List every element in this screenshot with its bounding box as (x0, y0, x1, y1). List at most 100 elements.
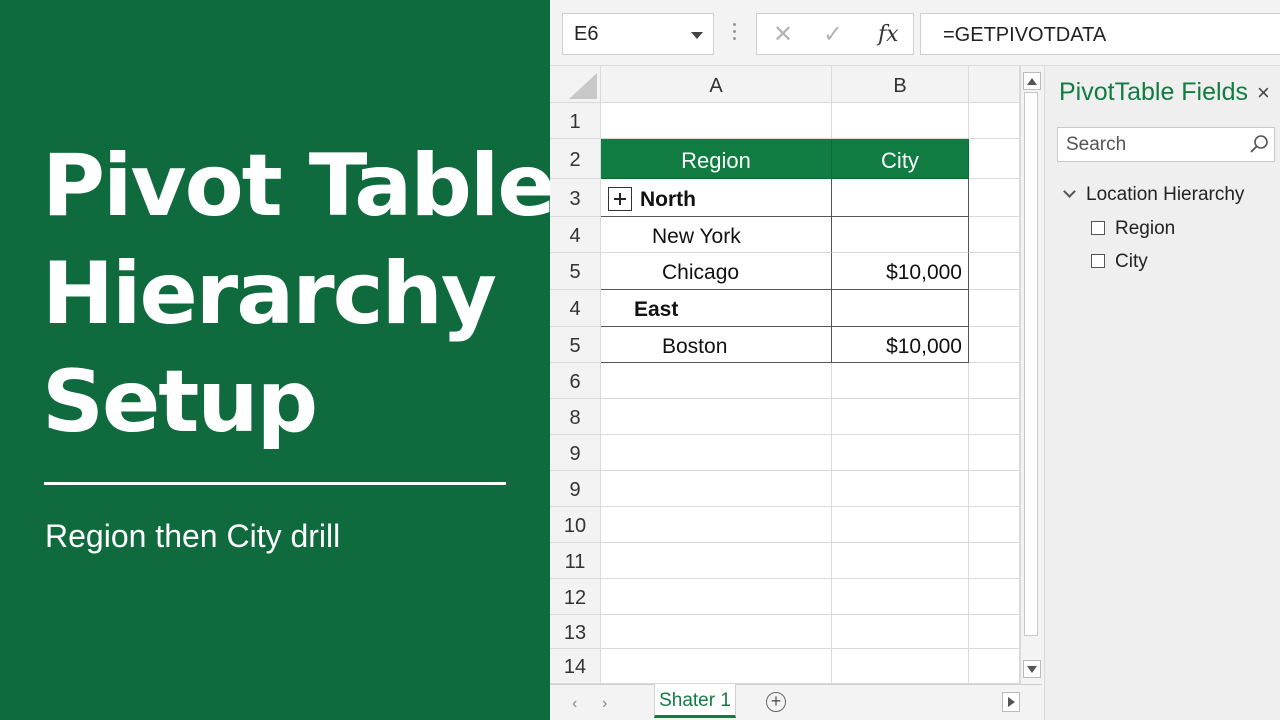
cell[interactable] (601, 579, 832, 615)
checkbox[interactable] (1091, 254, 1105, 268)
row-header[interactable]: 5 (550, 327, 601, 363)
cell[interactable] (601, 471, 832, 507)
pivot-header-region[interactable]: Region (601, 139, 832, 179)
row-header[interactable]: 8 (550, 399, 601, 435)
cell[interactable] (969, 363, 1020, 399)
cell-c1[interactable] (969, 103, 1020, 139)
pivot-fields-pane: PivotTable Fields × Search Location Hier… (1044, 66, 1280, 720)
cell[interactable] (601, 649, 832, 684)
row-header[interactable]: 14 (550, 649, 601, 684)
cell-c2[interactable] (969, 139, 1020, 179)
row-header[interactable]: 5 (550, 253, 601, 290)
cell[interactable] (969, 399, 1020, 435)
hierarchy-node[interactable]: Location Hierarchy (1061, 184, 1244, 206)
cell-c7[interactable] (969, 327, 1020, 363)
cell[interactable] (969, 471, 1020, 507)
search-icon[interactable] (1248, 133, 1270, 155)
scroll-up-icon[interactable] (1023, 72, 1041, 90)
row-header[interactable]: 12 (550, 579, 601, 615)
row-header[interactable]: 10 (550, 507, 601, 543)
pivot-value[interactable] (832, 290, 969, 327)
chevron-down-icon[interactable] (691, 32, 703, 39)
column-header-c[interactable] (969, 66, 1020, 103)
cell-c4[interactable] (969, 217, 1020, 253)
cancel-icon[interactable]: ✕ (773, 20, 793, 49)
worksheet-grid[interactable]: A B 1 2 Region City 3 North 4 New York 5… (550, 66, 1020, 684)
field-region[interactable]: Region (1091, 218, 1175, 240)
cell[interactable] (969, 543, 1020, 579)
enter-check-icon[interactable]: ✓ (823, 20, 843, 49)
cell[interactable] (601, 543, 832, 579)
cell[interactable] (601, 363, 832, 399)
vertical-scrollbar[interactable] (1020, 66, 1042, 684)
row-header[interactable]: 11 (550, 543, 601, 579)
pivot-value[interactable]: $10,000 (832, 327, 969, 363)
close-icon[interactable]: × (1257, 80, 1270, 106)
pivot-value[interactable] (832, 217, 969, 253)
cell-c5[interactable] (969, 253, 1020, 290)
name-box[interactable]: E6 (562, 13, 714, 55)
row-header[interactable]: 4 (550, 290, 601, 327)
row-header[interactable]: 9 (550, 435, 601, 471)
title-divider (44, 482, 506, 485)
row-header[interactable]: 1 (550, 103, 601, 139)
pivot-row-label[interactable]: Chicago (601, 253, 832, 290)
insert-function-icon[interactable]: fx (878, 22, 899, 47)
cell-b1[interactable] (832, 103, 969, 139)
cell[interactable] (832, 579, 969, 615)
checkbox[interactable] (1091, 221, 1105, 235)
cell[interactable] (832, 435, 969, 471)
row-header[interactable]: 6 (550, 363, 601, 399)
row-header[interactable]: 2 (550, 139, 601, 179)
search-input[interactable]: Search (1057, 127, 1275, 162)
column-header-a[interactable]: A (601, 66, 832, 103)
column-header-b[interactable]: B (832, 66, 969, 103)
cell-a1[interactable] (601, 103, 832, 139)
tab-sheet-1[interactable]: Shater 1 (654, 684, 736, 718)
scroll-down-icon[interactable] (1023, 660, 1041, 678)
row-header[interactable]: 9 (550, 471, 601, 507)
formula-input[interactable]: =GETPIVOTDATA (920, 13, 1280, 55)
field-city[interactable]: City (1091, 251, 1148, 273)
cell[interactable] (832, 363, 969, 399)
spreadsheet-app: E6 ✕ ✓ fx =GETPIVOTDATA A B 1 2 Region C… (550, 0, 1280, 720)
pivot-row-label[interactable]: Boston (601, 327, 832, 363)
scroll-right-icon[interactable] (1002, 692, 1020, 712)
cell[interactable] (832, 471, 969, 507)
row-header[interactable]: 3 (550, 179, 601, 217)
splitter-handle[interactable] (726, 20, 742, 48)
chevron-down-icon[interactable] (1063, 185, 1076, 198)
cell[interactable] (969, 615, 1020, 649)
cell[interactable] (832, 399, 969, 435)
tab-prev-icon[interactable]: ‹ (572, 695, 577, 713)
cell[interactable] (969, 435, 1020, 471)
cell-c6[interactable] (969, 290, 1020, 327)
pivot-row-label[interactable]: New York (601, 217, 832, 253)
pivot-value[interactable]: $10,000 (832, 253, 969, 290)
cell[interactable] (601, 399, 832, 435)
pivot-value[interactable] (832, 179, 969, 217)
scroll-thumb[interactable] (1024, 92, 1038, 636)
pivot-row-north[interactable]: North (601, 179, 832, 217)
pivot-row-label[interactable]: East (601, 290, 832, 327)
cell[interactable] (832, 543, 969, 579)
tab-next-icon[interactable]: › (602, 695, 607, 713)
expand-plus-icon[interactable] (608, 187, 632, 211)
cell[interactable] (601, 615, 832, 649)
cell[interactable] (832, 649, 969, 684)
select-all-corner[interactable] (550, 66, 601, 103)
cell[interactable] (969, 507, 1020, 543)
row-header[interactable]: 4 (550, 217, 601, 253)
cell-c3[interactable] (969, 179, 1020, 217)
cell[interactable] (832, 615, 969, 649)
cell[interactable] (601, 435, 832, 471)
name-box-value: E6 (574, 23, 599, 45)
cell[interactable] (969, 579, 1020, 615)
cell[interactable] (601, 507, 832, 543)
add-sheet-icon[interactable]: + (766, 692, 786, 712)
pivot-header-city[interactable]: City (832, 139, 969, 179)
pane-title: PivotTable Fields (1059, 78, 1248, 106)
cell[interactable] (969, 649, 1020, 684)
cell[interactable] (832, 507, 969, 543)
row-header[interactable]: 13 (550, 615, 601, 649)
